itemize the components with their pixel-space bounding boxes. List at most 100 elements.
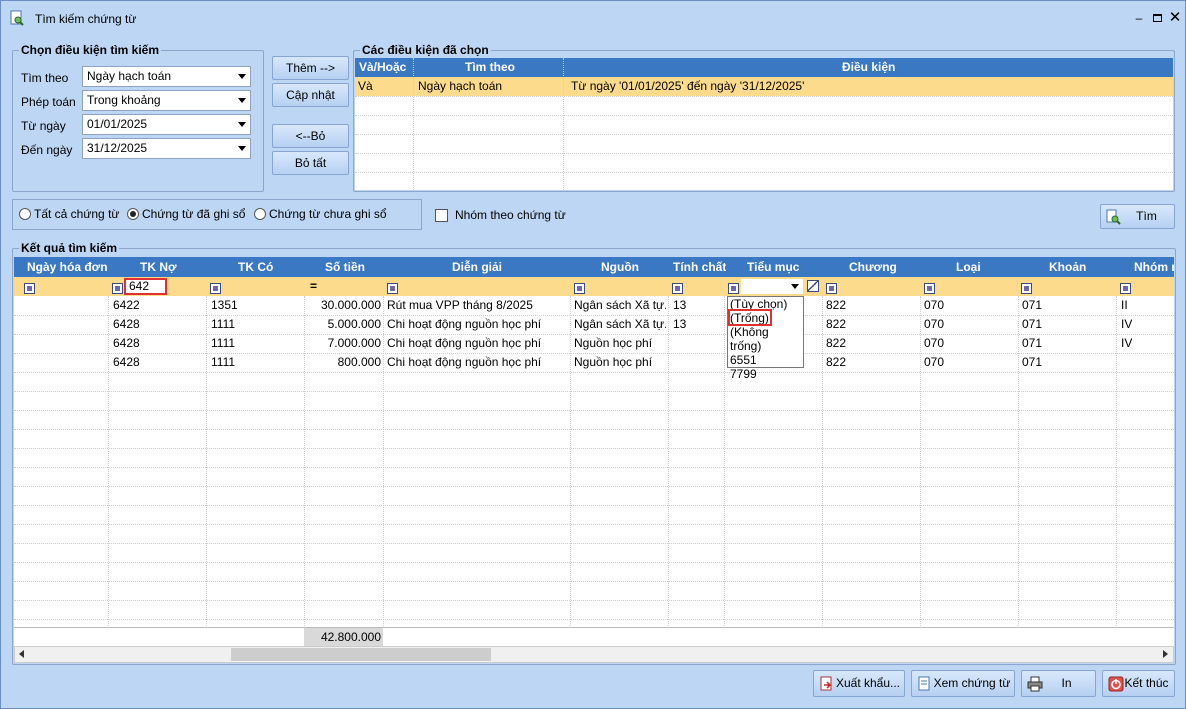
grid-line — [355, 115, 1173, 116]
filter-icon[interactable] — [210, 283, 221, 294]
cell-source: Ngân sách Xã tự... — [574, 317, 666, 331]
exit-button[interactable]: Kết thúc — [1102, 670, 1175, 697]
header-section: Khoản — [1049, 260, 1087, 274]
cell-type: 070 — [924, 336, 945, 350]
search-button-label: Tìm — [1136, 209, 1157, 223]
to-date-value: 31/12/2025 — [87, 141, 148, 155]
clear-filter-icon[interactable] — [807, 280, 819, 292]
filter-row: 642 = — [14, 277, 1174, 296]
header-credit-account: TK Có — [238, 260, 274, 274]
cell-debit: 6428 — [113, 336, 140, 350]
grid-line — [14, 372, 1174, 373]
title-bar: Tìm kiếm chứng từ – ✕ — [1, 1, 1185, 35]
cell-source: Ngân sách Xã tự... — [574, 298, 666, 312]
remove-condition-button[interactable]: <--Bỏ — [272, 124, 349, 148]
cell-type: 070 — [924, 355, 945, 369]
from-date-field[interactable]: 01/01/2025 — [82, 114, 251, 135]
scroll-right-icon[interactable] — [1163, 650, 1168, 658]
filter-sub-item-combo[interactable] — [741, 279, 803, 294]
cell-chapter: 822 — [826, 336, 847, 350]
operator-value: Trong khoảng — [87, 93, 161, 107]
grid-line — [14, 410, 1174, 411]
radio-posted-label: Chứng từ đã ghi sổ — [142, 207, 246, 221]
radio-all-vouchers[interactable]: Tất cả chứng từ — [19, 207, 119, 221]
filter-amount-operator[interactable]: = — [310, 279, 317, 293]
grid-line — [14, 600, 1174, 601]
maximize-button[interactable] — [1149, 10, 1165, 26]
cell-section: 071 — [1022, 298, 1043, 312]
grid-line — [14, 505, 1174, 506]
cell-credit: 1351 — [211, 298, 238, 312]
from-date-label: Từ ngày — [21, 119, 66, 133]
export-label: Xuất khẩu... — [835, 676, 901, 690]
cell-amount: 5.000.000 — [327, 317, 381, 331]
selected-row[interactable]: Và Ngày hạch toán Từ ngày '01/01/2025' đ… — [355, 77, 1173, 96]
cell-nature: 13 — [673, 298, 687, 312]
to-date-field[interactable]: 31/12/2025 — [82, 138, 251, 159]
cell-debit: 6428 — [113, 355, 140, 369]
table-row[interactable]: 6422 1351 30.000.000 Rút mua VPP tháng 8… — [14, 296, 1174, 315]
header-source: Nguồn — [601, 260, 639, 274]
filter-icon[interactable] — [24, 283, 35, 294]
filter-icon[interactable] — [574, 283, 585, 294]
add-condition-button[interactable]: Thêm --> — [272, 56, 349, 80]
filter-icon[interactable] — [387, 283, 398, 294]
search-document-icon — [10, 10, 24, 26]
filter-icon[interactable] — [1021, 283, 1032, 294]
group-by-label: Nhóm theo chứng từ — [455, 208, 566, 222]
cell-amount: 30.000.000 — [320, 298, 381, 312]
search-icon — [1106, 209, 1121, 225]
close-window-button[interactable]: ✕ — [1167, 10, 1183, 26]
filter-icon[interactable] — [672, 283, 683, 294]
update-condition-button[interactable]: Cập nhật — [272, 83, 349, 107]
remove-all-button[interactable]: Bỏ tất — [272, 151, 349, 175]
grid-line — [14, 619, 1174, 620]
table-row[interactable]: 6428 1111 5.000.000 Chi hoạt động nguồn … — [14, 315, 1174, 334]
horizontal-scrollbar[interactable] — [14, 646, 1174, 663]
grid-line — [355, 172, 1173, 173]
cell-description: Chi hoạt động nguồn học phí — [387, 355, 542, 369]
selected-grid-header: Và/Hoặc Tìm theo Điều kiện — [355, 58, 1173, 77]
filter-icon[interactable] — [826, 283, 837, 294]
cell-type: 070 — [924, 298, 945, 312]
header-and-or: Và/Hoặc — [359, 60, 407, 74]
scroll-left-icon[interactable] — [19, 650, 24, 658]
filter-icon[interactable] — [924, 283, 935, 294]
radio-circle — [19, 208, 31, 220]
row-and-or: Và — [358, 79, 373, 93]
dropdown-item-not-blank[interactable]: (Không trống) — [730, 325, 803, 353]
cell-type: 070 — [924, 317, 945, 331]
radio-posted-vouchers[interactable]: Chứng từ đã ghi sổ — [127, 207, 245, 221]
cell-chapter: 822 — [826, 317, 847, 331]
print-button[interactable]: In — [1021, 670, 1096, 697]
to-date-label: Đến ngày — [21, 143, 73, 157]
sub-item-filter-dropdown[interactable]: (Tùy chọn) (Trống) (Không trống) 6551 77… — [727, 296, 804, 381]
cell-description: Chi hoạt động nguồn học phí — [387, 317, 542, 331]
filter-icon[interactable] — [112, 283, 123, 294]
table-row[interactable]: 6428 1111 800.000 Chi hoạt động nguồn họ… — [14, 353, 1174, 372]
header-group: Nhóm m — [1134, 260, 1174, 274]
group-by-voucher-checkbox[interactable]: Nhóm theo chứng từ — [435, 208, 566, 222]
dropdown-item-6551[interactable]: 6551 — [730, 353, 803, 367]
checkbox-box — [435, 208, 448, 222]
filter-icon[interactable] — [1120, 283, 1131, 294]
scroll-thumb[interactable] — [231, 648, 491, 661]
operator-combo[interactable]: Trong khoảng — [82, 90, 251, 111]
radio-unposted-vouchers[interactable]: Chứng từ chưa ghi sổ — [254, 207, 387, 221]
grid-line — [355, 134, 1173, 135]
search-by-label: Tìm theo — [21, 71, 69, 85]
print-label: In — [1061, 676, 1072, 690]
search-by-combo[interactable]: Ngày hạch toán — [82, 66, 251, 87]
filter-icon[interactable] — [728, 283, 739, 294]
view-voucher-button[interactable]: Xem chứng từ — [911, 670, 1015, 697]
minimize-button[interactable]: – — [1131, 10, 1147, 26]
operator-label: Phép toán — [21, 95, 76, 109]
cell-credit: 1111 — [211, 355, 236, 369]
search-button[interactable]: Tìm — [1100, 204, 1175, 229]
header-search-by: Tìm theo — [465, 60, 515, 74]
table-row[interactable]: 6428 1111 7.000.000 Chi hoạt động nguồn … — [14, 334, 1174, 353]
export-button[interactable]: Xuất khẩu... — [813, 670, 905, 697]
cell-credit: 1111 — [211, 336, 236, 350]
chevron-down-icon — [238, 146, 246, 151]
dropdown-item-7799[interactable]: 7799 — [730, 367, 803, 381]
